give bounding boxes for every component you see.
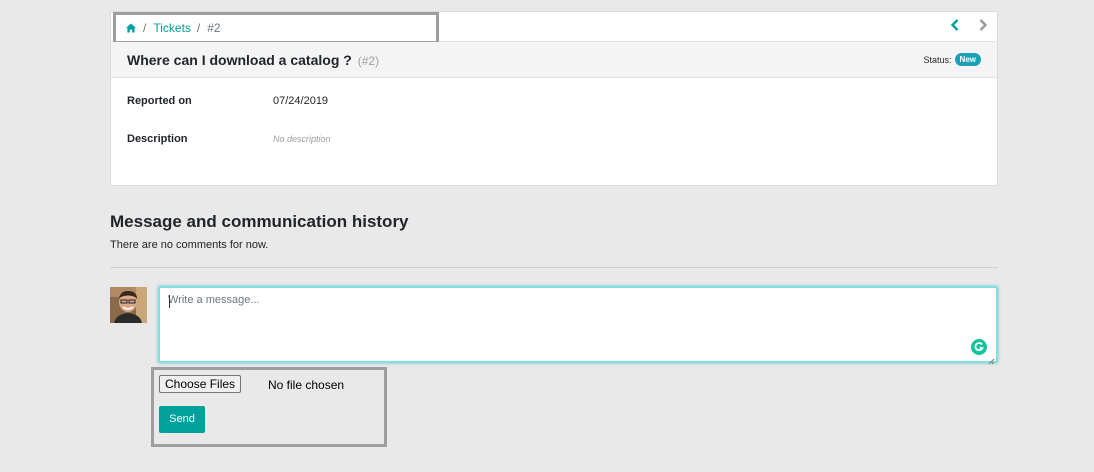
file-status-text: No file chosen <box>268 378 345 392</box>
grammarly-icon[interactable] <box>971 339 987 355</box>
breadcrumb: / Tickets / #2 <box>113 12 439 44</box>
ticket-card: / Tickets / #2 Where can I download a ca… <box>110 11 998 186</box>
attachment-and-send-group: Choose Files No file chosen Send <box>151 367 387 447</box>
description-label: Description <box>127 133 188 145</box>
record-pager <box>949 18 989 32</box>
description-value: No description <box>273 134 331 144</box>
message-composer <box>158 286 998 365</box>
chevron-right-icon[interactable] <box>977 18 989 32</box>
reported-on-value: 07/24/2019 <box>273 95 329 107</box>
status: Status: New <box>924 53 981 66</box>
ticket-title-text: Where can I download a catalog ? <box>127 52 352 68</box>
status-badge: New <box>954 53 981 66</box>
history-title: Message and communication history <box>110 212 409 231</box>
home-icon[interactable] <box>125 22 137 34</box>
divider <box>110 267 998 268</box>
avatar <box>110 287 147 323</box>
status-label: Status: <box>923 54 952 65</box>
breadcrumb-separator: / <box>196 21 201 35</box>
chevron-left-icon[interactable] <box>949 18 961 32</box>
history-empty-text: There are no comments for now. <box>110 239 269 251</box>
message-input[interactable] <box>160 288 996 361</box>
breadcrumb-current: #2 <box>207 21 221 35</box>
reported-on-label: Reported on <box>127 95 192 107</box>
text-caret <box>169 295 170 308</box>
breadcrumb-tickets-link[interactable]: Tickets <box>153 21 191 35</box>
ticket-title: Where can I download a catalog ? (#2) <box>127 52 379 68</box>
ticket-ref: (#2) <box>357 54 380 68</box>
breadcrumb-separator: / <box>143 21 147 35</box>
card-top-bar: / Tickets / #2 <box>111 12 997 44</box>
resize-grip-icon[interactable] <box>987 352 995 365</box>
send-button[interactable]: Send <box>159 406 205 433</box>
choose-files-button[interactable]: Choose Files <box>159 375 242 393</box>
ticket-header: Where can I download a catalog ? (#2) St… <box>111 42 997 78</box>
